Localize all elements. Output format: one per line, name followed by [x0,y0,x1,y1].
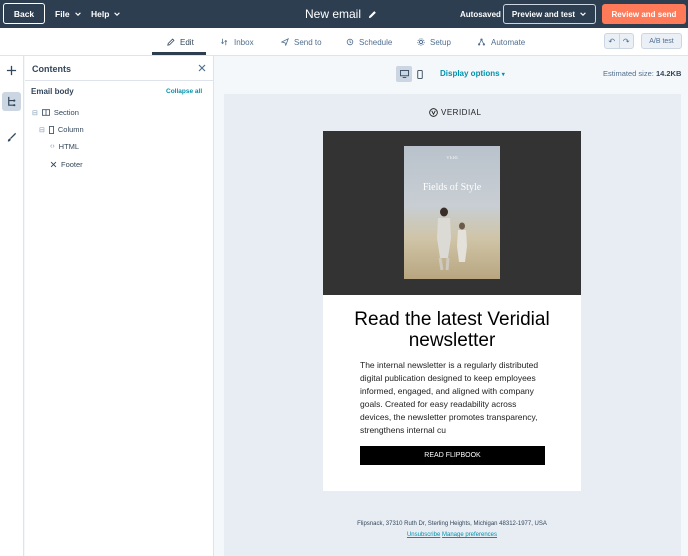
tab-setup[interactable]: Setup [417,28,451,56]
contents-panel: Contents Email body Collapse all ⊟ Secti… [25,56,214,556]
tab-send-to[interactable]: Send to [281,28,322,56]
send-icon [281,38,289,46]
column-icon [48,125,54,134]
mobile-view-button[interactable] [412,66,428,82]
email-headline[interactable]: Read the latest Veridial newsletter [336,309,568,351]
autosave-status: Autosaved [460,9,501,19]
tree-item-html[interactable]: ‹› HTML [50,142,79,151]
mobile-icon [417,69,423,79]
tree-item-footer[interactable]: Footer [50,160,83,169]
estimated-size-label: Estimated size: [603,69,654,78]
footer-links: Unsubscribe Manage preferences [323,532,581,538]
tab-bar [0,28,688,56]
brand-logo: VERIDIAL [429,108,481,117]
file-menu[interactable]: File [55,0,82,28]
preview-button-label: Preview and test [511,9,576,19]
chevron-down-icon [74,12,81,16]
read-flipbook-button[interactable]: READ FLIPBOOK [360,446,545,465]
tab-automate-label: Automate [491,37,526,47]
tree-item-label: Section [53,108,79,117]
email-body-text[interactable]: The internal newsletter is a regularly d… [360,359,546,437]
undo-button[interactable]: ↶ [605,34,620,48]
pencil-icon [167,38,175,46]
tab-setup-label: Setup [430,37,451,47]
close-icon[interactable] [197,63,207,73]
device-toggle [396,66,428,82]
email-title-text: New email [305,7,362,21]
estimated-size: Estimated size: 14.2KB [603,69,681,78]
top-bar: Back File Help New email Autosaved Previ… [0,0,688,28]
file-menu-label: File [55,9,70,19]
tab-edit-label: Edit [180,37,194,47]
tree-item-label: HTML [58,142,80,151]
chevron-down-icon [114,12,121,16]
contents-panel-title: Contents [32,64,71,74]
tab-inbox[interactable]: Inbox [221,28,254,56]
desktop-view-button[interactable] [396,66,412,82]
footer-icon [50,161,57,168]
tree-item-column[interactable]: ⊟ Column [39,125,84,134]
display-options-label: Display options [440,69,500,78]
brand-name: VERIDIAL [441,108,482,117]
unsubscribe-link[interactable]: Unsubscribe [407,532,440,538]
caret-down-icon: ▾ [501,72,505,78]
review-and-send-button[interactable]: Review and send [602,4,686,24]
tab-automate[interactable]: Automate [477,28,525,56]
contents-tree-button[interactable] [2,92,21,111]
brush-icon [7,132,17,142]
help-menu-label: Help [91,9,110,19]
collapse-all-link[interactable]: Collapse all [166,88,202,95]
brand-logo-icon [429,108,438,117]
active-tab-indicator [152,52,206,55]
automate-icon [477,38,486,46]
edit-pencil-icon[interactable] [368,10,377,19]
tree-icon [8,96,16,107]
gear-icon [417,38,425,46]
desktop-icon [399,70,409,78]
section-icon [41,109,50,116]
email-body-label: Email body [31,87,74,96]
left-rail [0,56,24,556]
contents-panel-header: Contents [25,56,214,81]
tab-schedule[interactable]: Schedule [346,28,392,56]
design-brush-button[interactable] [2,128,21,147]
undo-redo-group: ↶ ↷ [604,33,634,49]
tree-item-section[interactable]: ⊟ Section [32,108,79,117]
email-title[interactable]: New email [305,0,377,28]
chevron-down-icon [580,12,586,16]
plus-icon [6,65,17,76]
inbox-icon [221,38,228,46]
back-button[interactable]: Back [3,3,45,24]
manage-preferences-link[interactable]: Manage preferences [442,532,497,538]
magazine-cover-image[interactable]: VERI Fields of Style [404,146,500,279]
redo-button[interactable]: ↷ [620,34,634,48]
schedule-icon [346,38,354,46]
tree-collapse-toggle[interactable]: ⊟ [32,109,38,117]
tab-inbox-label: Inbox [234,37,254,47]
help-menu[interactable]: Help [91,0,121,28]
html-icon: ‹› [50,143,55,150]
footer-address: Flipsnack, 37310 Ruth Dr, Sterling Heigh… [357,521,547,527]
preview-and-test-button[interactable]: Preview and test [503,4,596,24]
tab-schedule-label: Schedule [359,37,393,47]
tree-item-label: Footer [61,160,83,169]
tree-collapse-toggle[interactable]: ⊟ [39,126,45,134]
tab-send-to-label: Send to [294,37,322,47]
tree-item-label: Column [57,125,84,134]
estimated-size-value: 14.2KB [655,69,682,78]
add-module-button[interactable] [2,61,21,80]
ab-test-button[interactable]: A/B test [641,33,682,49]
cover-photo-figures [437,207,467,271]
display-options-dropdown[interactable]: Display options ▾ [440,69,505,78]
